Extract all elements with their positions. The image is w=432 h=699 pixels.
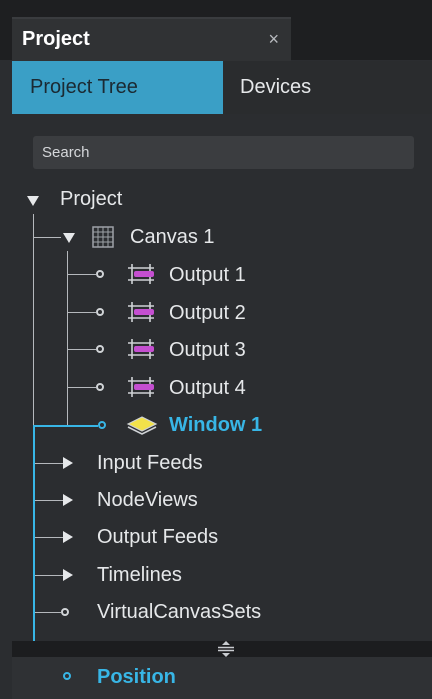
circle-icon — [63, 672, 71, 680]
output-icon — [128, 339, 154, 359]
triangle-right-icon[interactable] — [63, 457, 73, 469]
tree-line — [67, 387, 96, 388]
tree-line — [67, 251, 68, 426]
property-position[interactable]: Position — [97, 666, 176, 689]
tree-item-output[interactable]: Output 3 — [169, 339, 246, 362]
output-icon — [128, 264, 154, 284]
tree-item-window[interactable]: Window 1 — [169, 414, 262, 437]
circle-icon — [96, 345, 104, 353]
tree-item-output[interactable]: Output 2 — [169, 302, 246, 325]
selection-line — [33, 425, 98, 427]
triangle-right-icon[interactable] — [63, 569, 73, 581]
circle-icon — [98, 421, 106, 429]
output-icon — [128, 302, 154, 322]
tree-line — [33, 237, 61, 238]
circle-icon — [96, 383, 104, 391]
tree-item-canvas[interactable]: Canvas 1 — [130, 226, 215, 249]
tree-line — [33, 575, 63, 576]
resize-grip-icon[interactable] — [213, 640, 239, 658]
tree-item-virtual-canvas-sets[interactable]: VirtualCanvasSets — [97, 601, 261, 624]
tree-line — [67, 349, 96, 350]
expanded-icon[interactable] — [63, 233, 75, 243]
selection-line — [33, 425, 35, 676]
circle-icon — [96, 308, 104, 316]
tree-line — [33, 612, 61, 613]
tree-item-folder[interactable]: NodeViews — [97, 489, 198, 512]
tree-line — [67, 274, 96, 275]
triangle-right-icon[interactable] — [63, 494, 73, 506]
triangle-right-icon[interactable] — [63, 531, 73, 543]
tree-item-folder[interactable]: Output Feeds — [97, 526, 218, 549]
circle-icon — [96, 270, 104, 278]
tree-line — [33, 463, 63, 464]
circle-icon — [61, 608, 69, 616]
tree-item-folder[interactable]: Timelines — [97, 564, 182, 587]
tree-item-output[interactable]: Output 1 — [169, 264, 246, 287]
tree-item-output[interactable]: Output 4 — [169, 377, 246, 400]
tree-line — [67, 312, 96, 313]
output-icon — [128, 377, 154, 397]
tree-item-project[interactable]: Project — [60, 188, 122, 211]
expanded-icon[interactable] — [27, 196, 39, 206]
project-tree: Project Canvas 1 Output 1 Output 2 Outpu… — [0, 0, 432, 699]
window-layers-icon — [126, 416, 158, 435]
inspector-area — [12, 657, 432, 699]
tree-item-folder[interactable]: Input Feeds — [97, 452, 203, 475]
grid-icon — [92, 226, 114, 248]
tree-line — [33, 537, 63, 538]
tree-line — [33, 500, 63, 501]
